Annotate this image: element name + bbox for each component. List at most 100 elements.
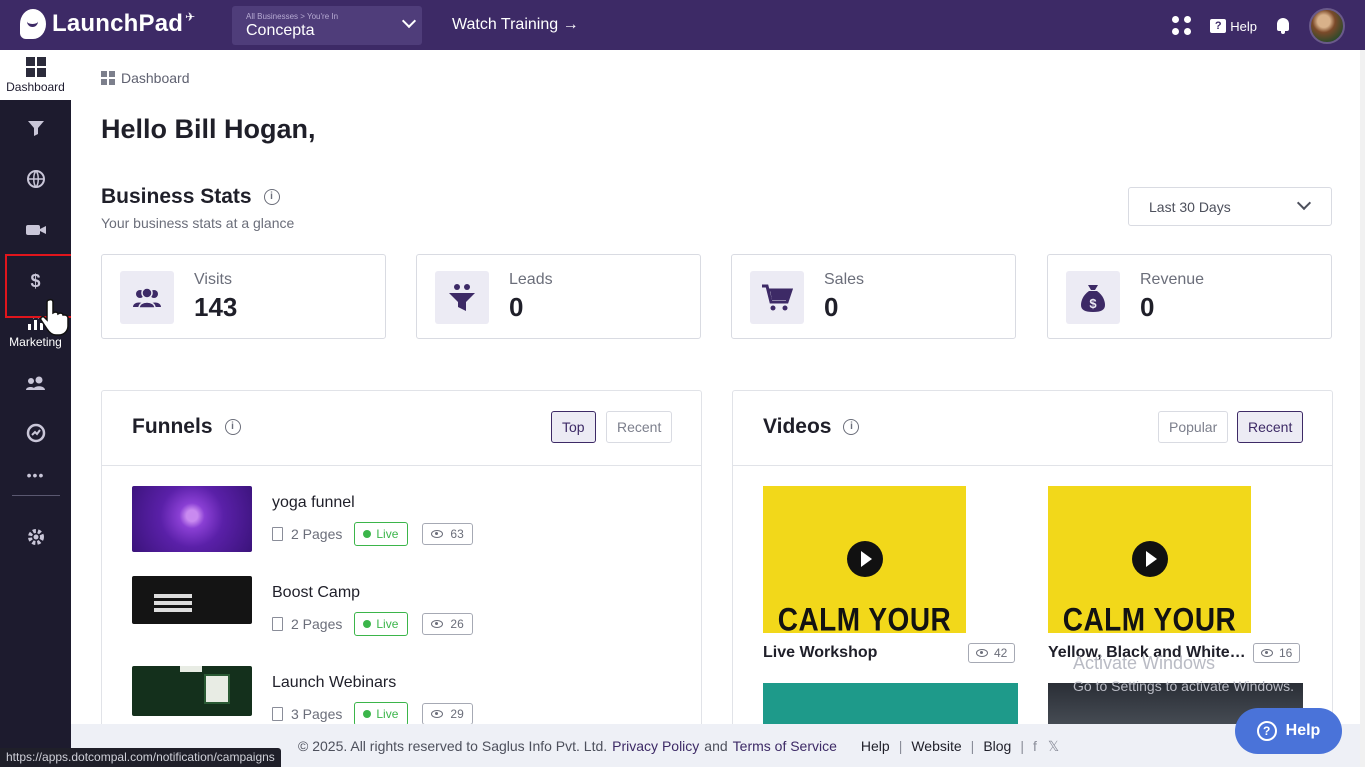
tab-top[interactable]: Top bbox=[551, 411, 596, 443]
gear-icon bbox=[27, 529, 44, 545]
apps-grid-icon[interactable] bbox=[1172, 16, 1192, 36]
hand-cursor-icon bbox=[40, 298, 69, 336]
sidebar-item-dashboard[interactable]: Dashboard bbox=[0, 50, 71, 100]
notification-bell-icon[interactable] bbox=[1275, 17, 1291, 35]
footer-copyright: © 2025. All rights reserved to Saglus In… bbox=[298, 738, 608, 754]
sidebar-item-websites[interactable] bbox=[0, 154, 71, 204]
funnel-name[interactable]: yoga funnel bbox=[272, 494, 355, 512]
windows-activation-watermark: Activate Windows Go to Settings to activ… bbox=[1073, 653, 1294, 694]
users-icon bbox=[120, 271, 174, 324]
sidebar-item-contacts[interactable] bbox=[0, 358, 71, 408]
footer-blog-link[interactable]: Blog bbox=[983, 738, 1011, 755]
help-icon: ? bbox=[1256, 721, 1277, 741]
app-logo[interactable]: LaunchPad ✈ bbox=[20, 9, 195, 39]
watermark-line-2: Go to Settings to activate Windows. bbox=[1073, 678, 1294, 694]
business-stats-subtitle: Your business stats at a glance bbox=[101, 215, 295, 231]
footer-help-link[interactable]: Help bbox=[861, 738, 890, 755]
dashboard-icon bbox=[25, 56, 46, 77]
user-avatar[interactable] bbox=[1309, 8, 1345, 44]
video-camera-icon bbox=[25, 225, 46, 235]
page-scrollbar[interactable] bbox=[1360, 50, 1365, 767]
stat-value: 0 bbox=[1140, 292, 1155, 322]
tab-popular[interactable]: Popular bbox=[1158, 411, 1229, 443]
footer-links: © 2025. All rights reserved to Saglus In… bbox=[298, 738, 1060, 755]
terms-of-service-link[interactable]: Terms of Service bbox=[733, 738, 837, 755]
help-button[interactable]: ? Help bbox=[1210, 19, 1257, 34]
info-icon[interactable]: i bbox=[224, 419, 241, 435]
video-thumbnail[interactable]: CALM YOUR bbox=[1048, 486, 1251, 633]
document-icon bbox=[272, 707, 283, 721]
funnel-row[interactable]: yoga funnel 2 Pages Live 63 bbox=[132, 486, 692, 556]
rocket-icon: ✈ bbox=[185, 10, 196, 24]
document-icon bbox=[272, 527, 283, 541]
sidebar-item-settings[interactable] bbox=[0, 512, 71, 562]
funnel-meta: 2 Pages Live 63 bbox=[272, 522, 473, 546]
footer-website-link[interactable]: Website bbox=[911, 738, 961, 755]
sidebar-item-more[interactable]: ••• bbox=[0, 450, 71, 500]
status-badge: Live bbox=[354, 522, 409, 546]
page-greeting: Hello Bill Hogan, bbox=[101, 114, 316, 144]
date-range-value: Last 30 Days bbox=[1149, 199, 1231, 215]
videos-panel-header: Videos i Popular Recent bbox=[733, 391, 1332, 466]
status-bar-url: https://apps.dotcompal.com/notification/… bbox=[0, 748, 281, 767]
funnel-thumbnail[interactable] bbox=[132, 666, 252, 716]
stat-label: Visits bbox=[194, 271, 232, 288]
eye-icon bbox=[431, 710, 444, 718]
funnel-thumbnail[interactable] bbox=[132, 486, 252, 552]
analytics-gauge-icon bbox=[26, 423, 45, 443]
business-name: Concepta bbox=[246, 22, 315, 39]
play-icon[interactable] bbox=[846, 541, 883, 577]
stat-label: Sales bbox=[824, 271, 865, 288]
info-icon[interactable]: i bbox=[263, 189, 280, 205]
stat-label: Revenue bbox=[1140, 271, 1205, 288]
logo-mark-icon bbox=[20, 9, 46, 39]
x-twitter-icon[interactable]: 𝕏 bbox=[1048, 738, 1059, 755]
date-range-select[interactable]: Last 30 Days bbox=[1128, 187, 1332, 226]
tab-recent[interactable]: Recent bbox=[1237, 411, 1304, 443]
video-thumbnail[interactable] bbox=[763, 683, 1018, 729]
business-selector[interactable]: All Businesses > You're In Concepta bbox=[232, 6, 422, 45]
help-chat-button[interactable]: ? Help bbox=[1235, 708, 1342, 754]
video-thumbnail[interactable]: CALM YOUR bbox=[763, 486, 966, 633]
eye-icon bbox=[976, 649, 988, 657]
funnel-icon bbox=[435, 271, 489, 324]
funnels-panel: Funnels i Top Recent yoga funnel 2 Pages… bbox=[101, 390, 702, 730]
help-icon: ? bbox=[1210, 19, 1227, 33]
funnel-pages: 3 Pages bbox=[291, 706, 343, 722]
cart-icon bbox=[750, 271, 804, 324]
watermark-line-1: Activate Windows bbox=[1073, 653, 1216, 673]
funnel-row[interactable]: Boost Camp 2 Pages Live 26 bbox=[132, 576, 692, 646]
views-badge: 26 bbox=[422, 613, 473, 635]
stat-value: 0 bbox=[824, 292, 839, 322]
breadcrumb-item[interactable]: Dashboard bbox=[121, 70, 190, 86]
info-icon[interactable]: i bbox=[843, 419, 860, 435]
watch-training-link[interactable]: Watch Training → bbox=[452, 16, 579, 34]
sidebar-divider bbox=[12, 495, 60, 496]
breadcrumb: Dashboard bbox=[101, 70, 190, 86]
business-selector-label: All Businesses > You're In bbox=[246, 12, 339, 21]
facebook-icon[interactable]: f bbox=[1033, 738, 1037, 755]
tab-recent[interactable]: Recent bbox=[606, 411, 673, 443]
sidebar-item-label: Dashboard bbox=[6, 79, 65, 94]
dashboard-icon bbox=[101, 71, 115, 85]
money-bag-icon: $ bbox=[1066, 271, 1120, 324]
views-badge: 63 bbox=[422, 523, 473, 545]
funnel-row[interactable]: Launch Webinars 3 Pages Live 29 bbox=[132, 666, 692, 729]
views-badge: 29 bbox=[422, 703, 473, 725]
stat-label: Leads bbox=[509, 271, 553, 288]
footer-and: and bbox=[704, 738, 728, 754]
eye-icon bbox=[431, 530, 444, 538]
funnel-thumbnail[interactable] bbox=[132, 576, 252, 624]
svg-text:$: $ bbox=[1089, 296, 1097, 311]
eye-icon bbox=[431, 620, 444, 628]
stat-card-leads: Leads 0 bbox=[416, 254, 701, 339]
funnel-name[interactable]: Boost Camp bbox=[272, 584, 360, 602]
funnel-meta: 2 Pages Live 26 bbox=[272, 612, 473, 636]
logo-text: LaunchPad bbox=[52, 10, 184, 37]
sidebar-item-videos[interactable] bbox=[0, 205, 71, 255]
video-title[interactable]: Live Workshop bbox=[763, 644, 953, 662]
privacy-policy-link[interactable]: Privacy Policy bbox=[612, 738, 699, 755]
funnel-name[interactable]: Launch Webinars bbox=[272, 674, 396, 692]
sidebar-item-funnels[interactable] bbox=[0, 103, 71, 153]
play-icon[interactable] bbox=[1131, 541, 1168, 577]
